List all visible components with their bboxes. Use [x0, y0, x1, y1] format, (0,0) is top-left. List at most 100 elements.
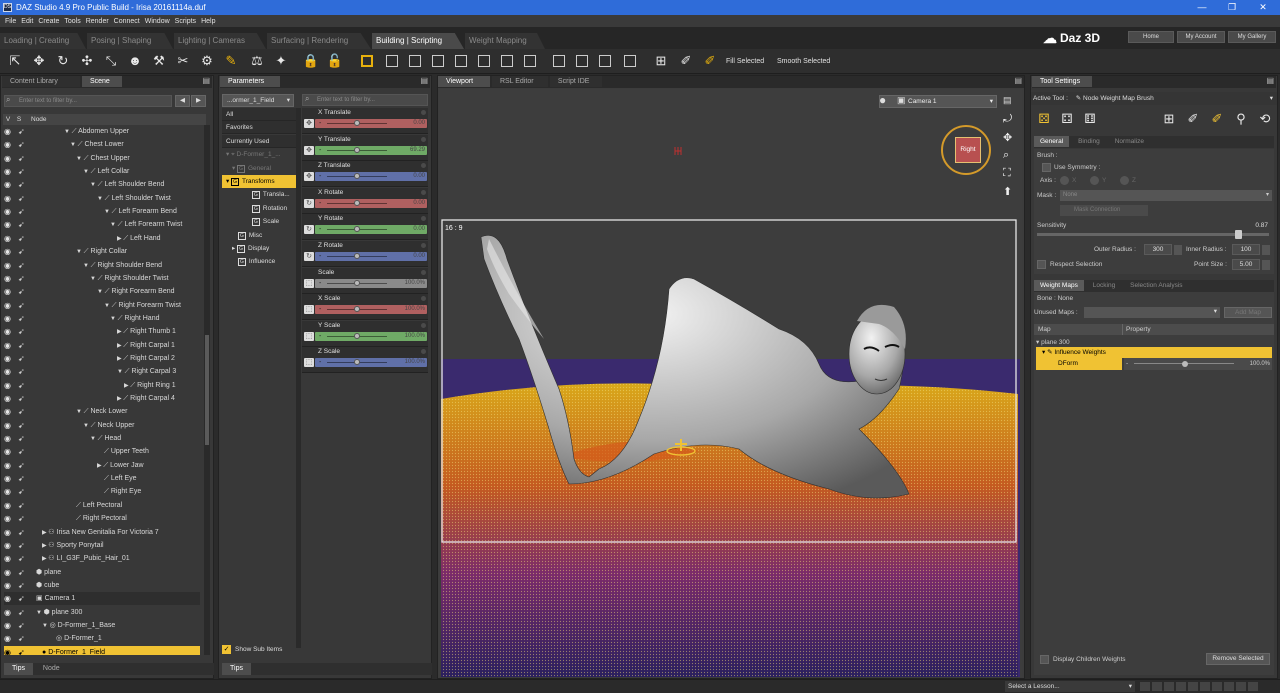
selectable-icon[interactable]: ➹: [18, 459, 28, 472]
sensitivity-knob[interactable]: [1234, 230, 1242, 239]
viewport-options-icon[interactable]: ▤: [1003, 95, 1012, 106]
selectable-icon[interactable]: ➹: [18, 485, 28, 498]
param-row[interactable]: X Rotate ↻ - 0.00: [302, 187, 428, 214]
param-options-icon[interactable]: [421, 163, 426, 169]
eye-icon[interactable]: ◉: [4, 592, 13, 605]
selectable-icon[interactable]: ➹: [18, 512, 28, 525]
inner-radius-spinner[interactable]: [1262, 245, 1270, 255]
eye-icon[interactable]: ◉: [4, 526, 13, 539]
mask-connection-checkbox[interactable]: Mask Connection: [1060, 205, 1148, 216]
expand-arrow-icon[interactable]: ▼: [76, 409, 84, 415]
selectable-icon[interactable]: ➹: [18, 379, 28, 392]
param-category-item[interactable]: G Transla...: [248, 188, 296, 201]
smooth-selected-button[interactable]: Smooth Selected: [777, 58, 830, 65]
viewport-layout-2v-icon[interactable]: [386, 55, 398, 67]
selectable-icon[interactable]: ➹: [18, 365, 28, 378]
respect-selection-box[interactable]: [1037, 260, 1046, 269]
selectable-icon[interactable]: ➹: [18, 218, 28, 231]
param-slider[interactable]: -: [315, 198, 427, 208]
tab-scene[interactable]: Scene: [81, 76, 122, 87]
node-selection-tool-icon[interactable]: ⇱: [6, 52, 24, 70]
params-menu-icon[interactable]: ▤: [420, 76, 428, 85]
surface-tool-icon[interactable]: ✂: [174, 52, 192, 70]
param-value[interactable]: 100.0%: [405, 332, 425, 341]
select-mode-icon[interactable]: ⚄: [1035, 110, 1053, 128]
eye-icon[interactable]: ◉: [4, 459, 13, 472]
param-knob[interactable]: [354, 279, 360, 286]
param-category-item[interactable]: ▸ G Display: [228, 242, 296, 255]
param-value[interactable]: 0.00: [413, 199, 425, 208]
lesson-step-icon[interactable]: [1188, 682, 1198, 691]
selectable-icon[interactable]: ➹: [18, 312, 28, 325]
smooth-tool-icon[interactable]: ⟲: [1256, 110, 1274, 128]
param-options-icon[interactable]: [421, 322, 426, 328]
menu-scripts[interactable]: Scripts: [175, 18, 196, 25]
minus-icon[interactable]: -: [319, 119, 321, 128]
scene-node-row[interactable]: ◉ ➹ ▶ ⚇ Sporty Ponytail: [4, 539, 200, 552]
selectable-icon[interactable]: ➹: [18, 526, 28, 539]
eye-icon[interactable]: ◉: [4, 392, 13, 405]
active-tool-value[interactable]: Node Weight Map Brush: [1083, 95, 1154, 102]
mask-dropdown[interactable]: None ▾: [1060, 190, 1272, 201]
selectable-icon[interactable]: ➹: [18, 205, 28, 218]
tab-rsl-editor[interactable]: RSL Editor: [491, 76, 548, 87]
draw-style-icon[interactable]: ●: [879, 93, 886, 107]
sensitivity-value[interactable]: 0.87: [1255, 222, 1268, 229]
param-slider[interactable]: -: [315, 252, 427, 261]
eye-icon[interactable]: ◉: [4, 352, 13, 365]
param-category-item[interactable]: ▾ G Transforms: [222, 175, 296, 188]
scene-node-row[interactable]: ◉ ➹ ▼ ⟋ Left Shoulder Bend: [4, 178, 200, 191]
param-value[interactable]: 0.00: [413, 225, 425, 234]
param-category-item[interactable]: Favorites: [222, 121, 296, 135]
scene-node-row[interactable]: ◉ ➹ ▶ ⚇ Irisa New Genitalia For Victoria 7: [4, 526, 200, 539]
eye-icon[interactable]: ◉: [4, 606, 13, 619]
minus-icon[interactable]: -: [319, 358, 321, 367]
col-selectable[interactable]: S: [13, 116, 25, 123]
param-row[interactable]: Y Rotate ↻ - 0.00: [302, 214, 428, 241]
scene-node-row[interactable]: ◉ ➹ ▼ ◎ D-Former_1_Base: [4, 619, 200, 632]
scene-scrollbar[interactable]: [204, 125, 210, 655]
scene-node-row[interactable]: ◉ ➹ ▼ ⟋ Left Shoulder Twist: [4, 192, 200, 205]
lesson-step-icon[interactable]: [1152, 682, 1162, 691]
minus-icon[interactable]: -: [319, 199, 321, 208]
dform-slider[interactable]: - 100.0%: [1124, 358, 1272, 370]
expand-arrow-icon[interactable]: ▼: [64, 129, 72, 135]
viewport-canvas[interactable]: 16 : 9 Camera 1 ▾ ● ▣ ▤ Right ⤾ ✥ ⌕ ⛶ ⬆: [439, 89, 1022, 677]
viewport-layout-4c-icon[interactable]: [599, 55, 611, 67]
param-value[interactable]: 100.0%: [405, 279, 425, 288]
param-options-icon[interactable]: [421, 216, 426, 222]
expand-arrow-icon[interactable]: ▾: [1042, 349, 1045, 356]
eye-icon[interactable]: ◉: [4, 379, 13, 392]
scene-node-row[interactable]: ◉ ➹ ▣ Camera 1: [4, 592, 200, 606]
param-knob[interactable]: [354, 253, 360, 259]
param-value[interactable]: 0.00: [413, 119, 425, 128]
tab-content-library[interactable]: Content Library: [2, 76, 80, 87]
param-category-item[interactable]: G Rotation: [248, 202, 296, 215]
geometry-editor-icon[interactable]: ⚙: [198, 52, 216, 70]
inner-radius-input[interactable]: 100: [1232, 244, 1260, 255]
param-row[interactable]: Z Rotate ↻ - 0.00: [302, 241, 428, 267]
tab-binding[interactable]: Binding: [1072, 136, 1106, 147]
room-tab-loading[interactable]: Loading | Creating: [0, 33, 86, 49]
expand-arrow-icon[interactable]: ▼: [90, 182, 98, 188]
scene-node-row[interactable]: ◉ ➹ ▼ ⟋ Chest Upper: [4, 152, 200, 165]
eye-icon[interactable]: ◉: [4, 138, 13, 151]
scene-node-row[interactable]: ◉ ➹ ⟋ Right Pectoral: [4, 512, 200, 525]
selectable-icon[interactable]: ➹: [18, 579, 28, 592]
use-symmetry-checkbox[interactable]: Use Symmetry :: [1042, 163, 1100, 172]
minus-icon[interactable]: -: [319, 252, 321, 261]
tab-selection-analysis[interactable]: Selection Analysis: [1124, 280, 1189, 291]
menu-help[interactable]: Help: [201, 18, 215, 25]
menu-render[interactable]: Render: [86, 18, 109, 25]
col-visible[interactable]: V: [3, 116, 13, 123]
room-tab-posing[interactable]: Posing | Shaping: [87, 33, 173, 49]
sensitivity-slider[interactable]: [1037, 230, 1269, 239]
eye-icon[interactable]: ◉: [4, 432, 13, 445]
scene-node-row[interactable]: ◉ ➹ ▼ ⟋ Right Shoulder Bend: [4, 259, 200, 272]
eye-icon[interactable]: ◉: [4, 218, 13, 231]
minus-icon[interactable]: -: [319, 332, 321, 341]
selectable-icon[interactable]: ➹: [18, 392, 28, 405]
pin-tool-icon[interactable]: ⚲: [1232, 110, 1250, 128]
col-node[interactable]: Node: [31, 116, 47, 123]
param-options-icon[interactable]: [421, 243, 426, 248]
